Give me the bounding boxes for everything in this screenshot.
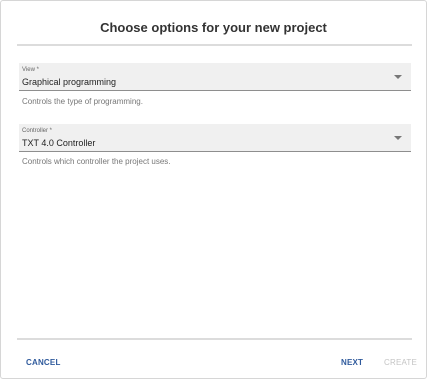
view-select-label: View * [22,67,39,73]
chevron-down-icon[interactable] [394,136,402,140]
view-select-value: Graphical programming [22,77,117,87]
controller-select-value: TXT 4.0 Controller [22,138,96,148]
view-select[interactable]: View * Graphical programming [19,63,411,91]
view-helper-text: Controls the type of programming. [22,97,143,106]
controller-select[interactable]: Controller * TXT 4.0 Controller [19,124,411,152]
create-button[interactable]: CREATE [384,358,417,367]
new-project-dialog: Choose options for your new project View… [0,0,427,379]
controller-helper-text: Controls which controller the project us… [22,157,171,166]
chevron-down-icon[interactable] [394,75,402,79]
next-button[interactable]: NEXT [341,358,363,367]
cancel-button[interactable]: CANCEL [26,358,61,367]
dialog-title: Choose options for your new project [100,20,327,35]
header-divider [17,44,412,46]
footer-divider [17,338,412,340]
controller-select-label: Controller * [22,128,53,134]
